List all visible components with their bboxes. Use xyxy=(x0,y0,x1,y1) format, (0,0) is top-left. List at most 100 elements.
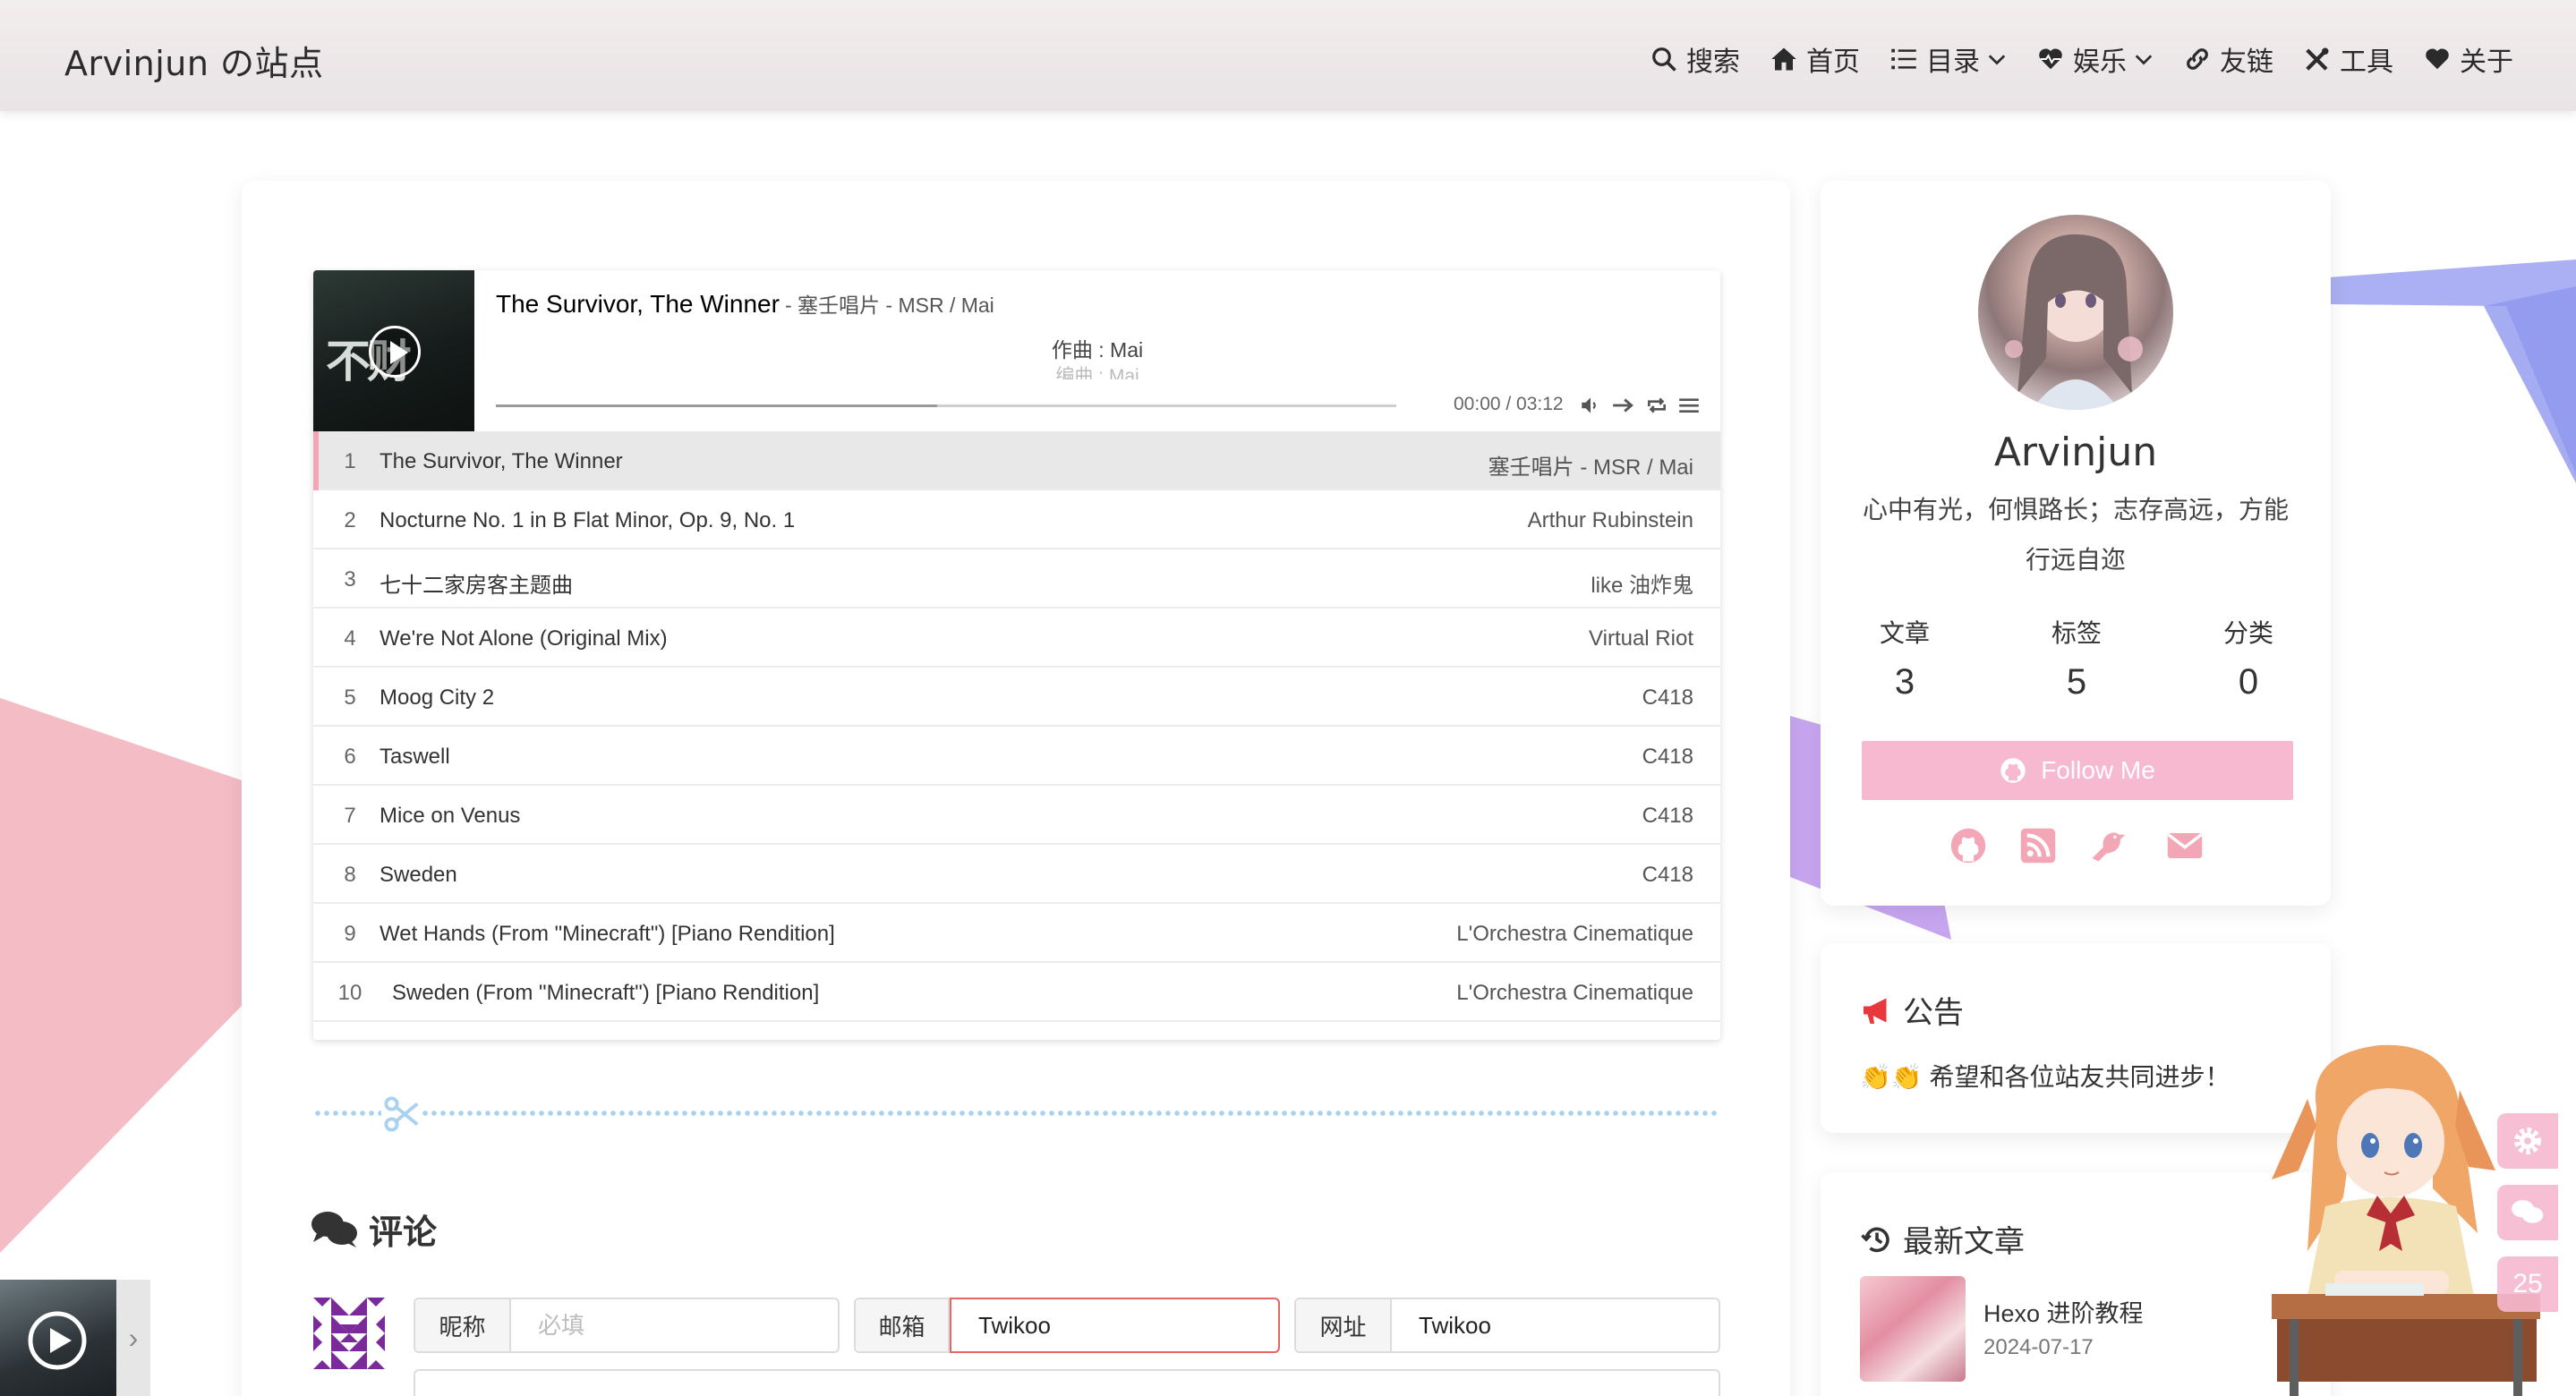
playlist: 1 The Survivor, The Winner 塞壬唱片 - MSR / Ma… xyxy=(313,431,1720,1022)
site-title[interactable]: Arvinjun の站点 xyxy=(64,36,324,85)
track-artist: C418 xyxy=(1642,804,1693,828)
bird-icon[interactable] xyxy=(2089,827,2127,864)
history-icon xyxy=(1861,1227,1889,1252)
playlist-row[interactable]: 3 七十二家房客主题曲 like 油炸鬼 xyxy=(313,549,1720,609)
profile-avatar[interactable] xyxy=(1978,215,2173,410)
comment-count-button[interactable]: 25 xyxy=(2497,1256,2558,1312)
right-blue-ribbon xyxy=(2327,260,2576,483)
chevron-down-icon xyxy=(2135,55,2153,65)
chevron-down-icon xyxy=(1988,55,2006,65)
playlist-row[interactable]: 9 Wet Hands (From "Minecraft") [Piano Ren… xyxy=(313,904,1720,963)
nav-about[interactable]: 关于 xyxy=(2424,39,2513,79)
github-icon[interactable] xyxy=(1949,827,1987,864)
recent-post-thumbnail[interactable] xyxy=(1860,1276,1966,1382)
recent-post-title[interactable]: Hexo 进阶教程 xyxy=(1983,1294,2144,1329)
track-number: 8 xyxy=(344,863,356,887)
rss-icon[interactable] xyxy=(2019,827,2057,864)
profile-name: Arvinjun xyxy=(1993,430,2158,475)
playlist-row[interactable]: 8 Sweden C418 xyxy=(313,845,1720,904)
notice-text: 👏👏 希望和各位站友共同进步！ xyxy=(1860,1063,2231,1091)
megaphone-icon xyxy=(1864,998,1887,1024)
track-artist: L'Orchestra Cinematique xyxy=(1456,981,1693,1005)
tools-icon xyxy=(2306,47,2329,71)
settings-button[interactable] xyxy=(2497,1113,2558,1169)
email-input[interactable] xyxy=(950,1298,1280,1353)
avatar-illustration xyxy=(2005,234,2143,410)
website-input[interactable] xyxy=(1392,1299,1719,1351)
gear-icon xyxy=(2514,1128,2541,1154)
current-song-title: The Survivor, The Winner xyxy=(496,290,780,318)
nav-about-label: 关于 xyxy=(2460,47,2513,78)
nav-tools[interactable]: 工具 xyxy=(2304,39,2393,79)
nickname-field: 昵称 xyxy=(414,1298,840,1353)
playlist-row[interactable]: 1 The Survivor, The Winner 塞壬唱片 - MSR / Ma… xyxy=(313,431,1720,490)
chat-icon xyxy=(2512,1200,2544,1223)
track-number: 6 xyxy=(344,745,356,769)
follow-me-label: Follow Me xyxy=(2041,756,2155,784)
track-artist: C418 xyxy=(1642,685,1693,710)
progress-bar[interactable] xyxy=(496,404,1396,407)
chat-button[interactable] xyxy=(2497,1185,2558,1240)
playlist-row[interactable]: 4 We're Not Alone (Original Mix) Virtual R… xyxy=(313,609,1720,668)
stat-tags[interactable]: 标签 5 xyxy=(2023,614,2130,702)
nickname-input[interactable] xyxy=(511,1299,838,1351)
follow-me-button[interactable]: Follow Me xyxy=(1862,741,2293,800)
identicon-avatar xyxy=(313,1298,385,1369)
email-field: 邮箱 xyxy=(854,1298,1280,1353)
chevron-right-icon[interactable]: › xyxy=(116,1280,150,1396)
nickname-label: 昵称 xyxy=(415,1299,511,1351)
nav-home[interactable]: 首页 xyxy=(1770,39,1860,79)
comment-textarea[interactable] xyxy=(414,1369,1720,1396)
stat-value: 0 xyxy=(2238,662,2259,702)
profile-bio-line-1: 心中有光，何惧路长；志存高远，方能 xyxy=(1862,496,2289,524)
volume-icon[interactable] xyxy=(1579,394,1602,417)
nav-tools-label: 工具 xyxy=(2340,47,2393,78)
track-artist: 塞壬唱片 - MSR / Mai xyxy=(1488,455,1693,480)
track-number: 7 xyxy=(344,804,356,828)
website-field: 网址 xyxy=(1294,1298,1720,1353)
site-header: Arvinjun の站点 搜索 首页 目录 娱乐 友链 工具 关于 xyxy=(0,0,2576,111)
track-number: 5 xyxy=(344,685,356,710)
nav-catalog[interactable]: 目录 xyxy=(1890,39,2007,79)
playlist-row[interactable]: 7 Mice on Venus C418 xyxy=(313,786,1720,845)
track-name: We're Not Alone (Original Mix) xyxy=(380,626,668,651)
playlist-row[interactable]: 2 Nocturne No. 1 in B Flat Minor, Op. 9, … xyxy=(313,490,1720,549)
track-name: Moog City 2 xyxy=(380,685,495,710)
notice-heading: 公告 xyxy=(1860,988,1964,1032)
profile-bio-line-2: 行远自迩 xyxy=(2025,546,2126,574)
playlist-row[interactable]: 6 Taswell C418 xyxy=(313,727,1720,786)
mini-player-cover[interactable] xyxy=(0,1280,116,1396)
playlist-row[interactable]: 5 Moog City 2 C418 xyxy=(313,668,1720,727)
music-player: 不财 The Survivor, The Winner - 塞壬唱片 - MSR … xyxy=(313,270,1720,1040)
play-button[interactable] xyxy=(369,326,421,378)
track-artist: C418 xyxy=(1642,863,1693,887)
menu-icon[interactable] xyxy=(1677,394,1701,417)
order-icon[interactable] xyxy=(1611,394,1634,417)
comment-count: 25 xyxy=(2512,1269,2543,1298)
nav-entertainment-label: 娱乐 xyxy=(2073,47,2127,78)
track-artist: C418 xyxy=(1642,745,1693,769)
comments-icon xyxy=(311,1211,357,1247)
playback-time: 00:00 / 03:12 xyxy=(1454,394,1564,414)
playlist-row[interactable]: 10 Sweden (From "Minecraft") [Piano Rendi… xyxy=(313,963,1720,1022)
current-song-artist: - 塞壬唱片 - MSR / Mai xyxy=(784,294,994,317)
nav-search[interactable]: 搜索 xyxy=(1651,39,1740,79)
stat-label: 分类 xyxy=(2222,619,2273,647)
list-icon xyxy=(1891,48,1916,70)
stat-articles[interactable]: 文章 3 xyxy=(1851,614,1958,702)
track-artist: Arthur Rubinstein xyxy=(1527,508,1693,532)
album-cover[interactable]: 不财 xyxy=(313,270,474,431)
loop-icon[interactable] xyxy=(1645,394,1668,417)
github-icon xyxy=(2000,758,2026,783)
stat-label: 标签 xyxy=(2051,619,2102,647)
email-icon[interactable] xyxy=(2166,827,2204,864)
mini-player: › xyxy=(0,1280,150,1396)
track-artist: Virtual Riot xyxy=(1589,626,1693,651)
home-icon xyxy=(1771,47,1796,71)
stat-categories[interactable]: 分类 0 xyxy=(2195,614,2302,702)
stat-label: 文章 xyxy=(1879,619,1930,647)
track-name: Mice on Venus xyxy=(380,804,521,828)
nav-entertainment[interactable]: 娱乐 xyxy=(2037,39,2154,79)
nav-friends[interactable]: 友链 xyxy=(2184,39,2273,79)
nav-search-label: 搜索 xyxy=(1686,47,1740,78)
